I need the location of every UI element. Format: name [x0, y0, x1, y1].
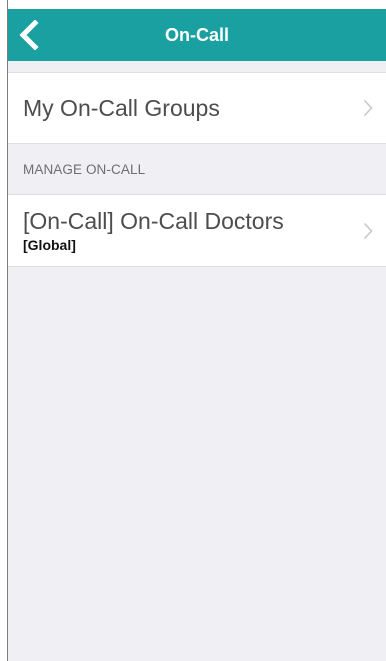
content-area: My On-Call Groups MANAGE ON-CALL [On-Cal… [8, 61, 386, 661]
on-call-doctors-row[interactable]: [On-Call] On-Call Doctors [Global] [8, 194, 386, 267]
on-call-screen: On-Call My On-Call Groups MANAGE ON-CALL… [0, 0, 386, 661]
my-on-call-groups-row[interactable]: My On-Call Groups [8, 72, 386, 144]
chevron-right-icon [363, 222, 373, 240]
back-button[interactable] [8, 9, 60, 61]
on-call-group-scope: [Global] [23, 237, 76, 253]
chevron-left-icon [19, 20, 39, 50]
top-spacer [8, 61, 386, 72]
manage-on-call-section-header: MANAGE ON-CALL [8, 144, 386, 194]
page-title: On-Call [164, 25, 229, 45]
on-call-group-label: [On-Call] On-Call Doctors [23, 208, 284, 234]
chevron-right-icon [363, 99, 373, 117]
section-header-label: MANAGE ON-CALL [23, 162, 146, 177]
nav-bar: On-Call [8, 9, 386, 61]
my-on-call-groups-label: My On-Call Groups [23, 95, 220, 121]
